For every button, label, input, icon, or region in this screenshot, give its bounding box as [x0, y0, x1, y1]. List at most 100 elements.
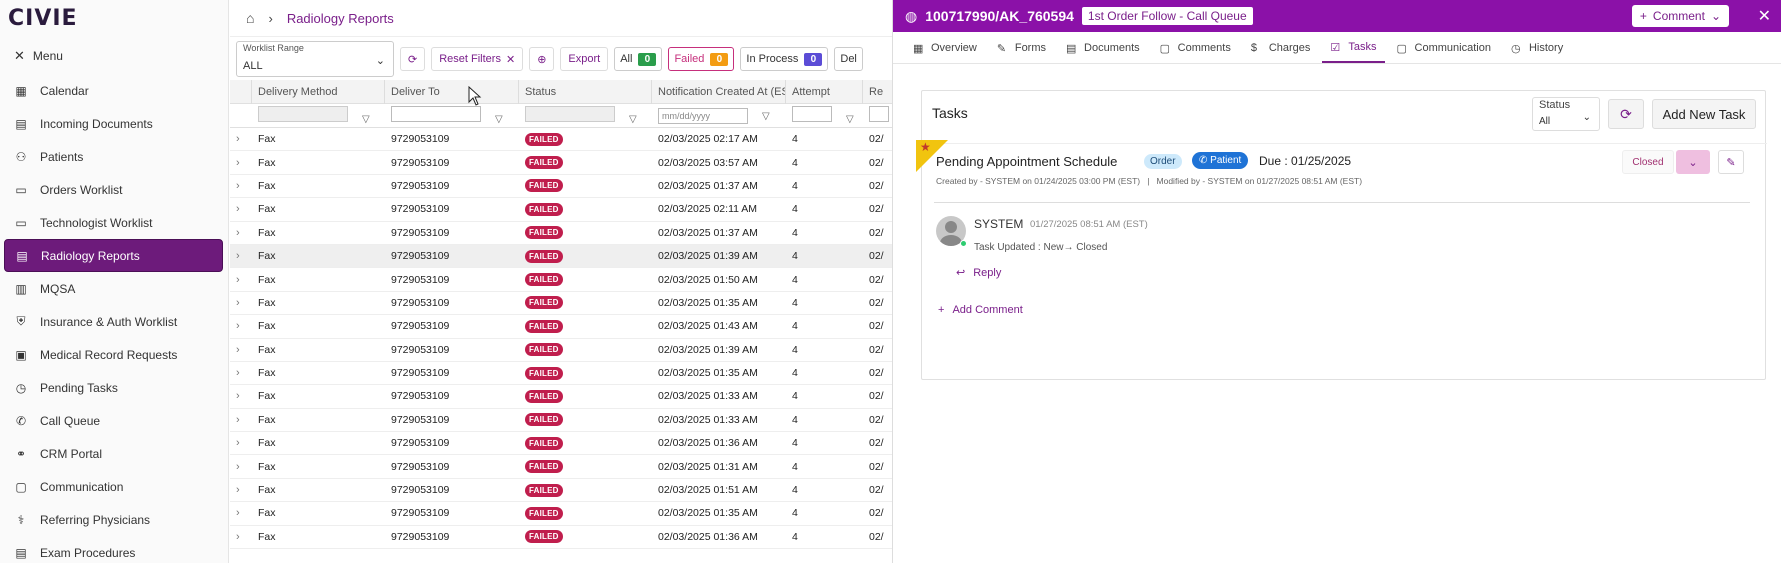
sidebar-item-incoming-documents[interactable]: ▤ Incoming Documents [4, 107, 223, 140]
status-filter-select[interactable]: Status All ⌄ [1532, 97, 1600, 131]
tab-tasks[interactable]: ☑ Tasks [1322, 32, 1385, 63]
count-in-process-button[interactable]: In Process 0 [740, 47, 829, 71]
table-row[interactable]: › Fax 9729053109 FAILED 02/03/2025 01:37 AM 4… [230, 175, 893, 199]
sidebar-item-patients[interactable]: ⚇ Patients [4, 140, 223, 173]
table-row[interactable]: › Fax 9729053109 FAILED 02/03/2025 01:36 AM 4… [230, 526, 893, 550]
filter-icon[interactable]: ▽ [846, 114, 854, 125]
table-row[interactable]: › Fax 9729053109 FAILED 02/03/2025 01:36 AM 4… [230, 432, 893, 456]
count-failed-button[interactable]: Failed 0 [668, 47, 735, 71]
home-icon[interactable]: ⌂ [246, 10, 254, 26]
deliver-to-filter[interactable] [391, 106, 481, 122]
sidebar-item-exam-procedures[interactable]: ▤ Exam Procedures [4, 536, 223, 563]
sidebar-item-communication[interactable]: ▢ Communication [4, 470, 223, 503]
zoom-button[interactable]: ⊕ [529, 47, 555, 71]
column-header[interactable]: Notification Created At (EST) [652, 79, 786, 104]
expand-row-icon[interactable]: › [230, 203, 252, 215]
worklist-range-select[interactable]: Worklist Range ALL ⌄ [236, 41, 394, 77]
grid-header: Delivery Method Deliver To Status Notificat… [230, 79, 893, 104]
sidebar-item-call-queue[interactable]: ✆ Call Queue [4, 404, 223, 437]
table-row[interactable]: › Fax 9729053109 FAILED 02/03/2025 02:11 AM 4… [230, 198, 893, 222]
expand-row-icon[interactable]: › [230, 274, 252, 286]
table-row[interactable]: › Fax 9729053109 FAILED 02/03/2025 01:39 AM 4… [230, 244, 893, 269]
attempt-filter[interactable] [792, 106, 832, 122]
status-filter[interactable] [525, 106, 615, 122]
table-row[interactable]: › Fax 9729053109 FAILED 02/03/2025 01:31 AM 4… [230, 455, 893, 479]
status-cell: FAILED [519, 202, 652, 216]
reply-button[interactable]: ↩ Reply [956, 266, 1001, 280]
sidebar-item-insurance-auth-worklist[interactable]: ⛨ Insurance & Auth Worklist [4, 305, 223, 338]
filter-icon[interactable]: ▽ [629, 114, 637, 125]
sidebar-item-orders-worklist[interactable]: ▭ Orders Worklist [4, 173, 223, 206]
count-all-button[interactable]: All 0 [614, 47, 663, 71]
expand-row-icon[interactable]: › [230, 320, 252, 332]
table-row[interactable]: › Fax 9729053109 FAILED 02/03/2025 01:43 AM 4… [230, 315, 893, 339]
tab-comments[interactable]: ▢ Comments [1152, 32, 1239, 63]
expand-row-icon[interactable]: › [230, 484, 252, 496]
menu-toggle[interactable]: ✕ Menu [14, 48, 63, 64]
table-row[interactable]: › Fax 9729053109 FAILED 02/03/2025 01:37 AM 4… [230, 222, 893, 245]
tab-charges[interactable]: $ Charges [1243, 32, 1319, 63]
export-button[interactable]: Export [560, 47, 609, 71]
table-row[interactable]: › Fax 9729053109 FAILED 02/03/2025 01:33 AM 4… [230, 409, 893, 433]
filter-icon[interactable]: ▽ [762, 111, 770, 122]
sidebar-item-pending-tasks[interactable]: ◷ Pending Tasks [4, 371, 223, 404]
re-cell: 02/ [869, 530, 884, 543]
table-row[interactable]: › Fax 9729053109 FAILED 02/03/2025 02:17 AM 4… [230, 128, 893, 152]
add-new-task-button[interactable]: Add New Task [1652, 99, 1756, 129]
column-header[interactable]: Deliver To [385, 79, 519, 104]
expand-row-icon[interactable]: › [230, 531, 252, 543]
sidebar-item-radiology-reports[interactable]: ▤ Radiology Reports [4, 239, 223, 272]
sidebar-item-medical-record-requests[interactable]: ▣ Medical Record Requests [4, 338, 223, 371]
created-at-filter[interactable]: mm/dd/yyyy [658, 107, 748, 124]
table-row[interactable]: › Fax 9729053109 FAILED 02/03/2025 01:35 AM 4… [230, 292, 893, 316]
table-row[interactable]: › Fax 9729053109 FAILED 02/03/2025 01:50 AM 4… [230, 268, 893, 292]
refresh-button[interactable]: ⟳ [400, 47, 426, 71]
table-row[interactable]: › Fax 9729053109 FAILED 02/03/2025 01:35 AM 4… [230, 502, 893, 526]
tab-overview[interactable]: ▦ Overview [905, 32, 985, 63]
expand-row-icon[interactable]: › [230, 250, 252, 262]
expand-row-icon[interactable]: › [230, 390, 252, 402]
expand-row-icon[interactable]: › [230, 344, 252, 356]
delivery-method-filter[interactable] [258, 106, 348, 122]
count-del-button[interactable]: Del [834, 47, 863, 71]
table-row[interactable]: › Fax 9729053109 FAILED 02/03/2025 03:57 AM 4… [230, 151, 893, 175]
sidebar-item-calendar[interactable]: ▦ Calendar [4, 74, 223, 107]
expand-row-icon[interactable]: › [230, 461, 252, 473]
tab-history[interactable]: ◷ History [1503, 32, 1571, 63]
sidebar-item-crm-portal[interactable]: ⚭ CRM Portal [4, 437, 223, 470]
expand-row-icon[interactable]: › [230, 157, 252, 169]
sidebar-item-mqsa[interactable]: ▥ MQSA [4, 272, 223, 305]
expand-row-icon[interactable]: › [230, 180, 252, 192]
tab-communication[interactable]: ▢ Communication [1389, 32, 1499, 63]
table-row[interactable]: › Fax 9729053109 FAILED 02/03/2025 01:33 AM 4… [230, 385, 893, 409]
filter-icon[interactable]: ▽ [362, 114, 370, 125]
expand-row-icon[interactable]: › [230, 414, 252, 426]
refresh-tasks-button[interactable]: ⟳ [1608, 99, 1644, 129]
tab-forms[interactable]: ✎ Forms [989, 32, 1054, 63]
reset-filters-button[interactable]: Reset Filters ✕ [431, 47, 524, 71]
re-filter[interactable] [869, 106, 889, 122]
table-row[interactable]: › Fax 9729053109 FAILED 02/03/2025 01:51 AM 4… [230, 479, 893, 503]
task-status-dropdown[interactable]: ⌄ [1676, 150, 1710, 174]
expand-row-icon[interactable]: › [230, 227, 252, 239]
expand-row-icon[interactable]: › [230, 507, 252, 519]
add-comment-button[interactable]: + Add Comment [938, 304, 1023, 316]
expand-row-icon[interactable]: › [230, 297, 252, 309]
expand-row-icon[interactable]: › [230, 133, 252, 145]
column-header[interactable]: Status [519, 79, 652, 104]
column-header[interactable]: Re [863, 79, 893, 104]
tab-documents[interactable]: ▤ Documents [1058, 32, 1148, 63]
sidebar-item-technologist-worklist[interactable]: ▭ Technologist Worklist [4, 206, 223, 239]
expand-row-icon[interactable]: › [230, 367, 252, 379]
filter-icon[interactable]: ▽ [495, 114, 503, 125]
sidebar-item-referring-physicians[interactable]: ⚕ Referring Physicians [4, 503, 223, 536]
table-row[interactable]: › Fax 9729053109 FAILED 02/03/2025 01:39 AM 4… [230, 339, 893, 362]
close-panel-icon[interactable]: ✕ [1758, 6, 1771, 26]
column-header[interactable]: Attempt [786, 79, 863, 104]
expand-row-icon[interactable]: › [230, 437, 252, 449]
table-row[interactable]: › Fax 9729053109 FAILED 02/03/2025 01:35 AM 4… [230, 362, 893, 386]
task-status-button[interactable]: Closed [1622, 150, 1674, 174]
edit-task-button[interactable]: ✎ [1718, 150, 1744, 174]
column-header[interactable]: Delivery Method [252, 79, 385, 104]
comment-button[interactable]: + Comment ⌄ [1631, 5, 1729, 27]
